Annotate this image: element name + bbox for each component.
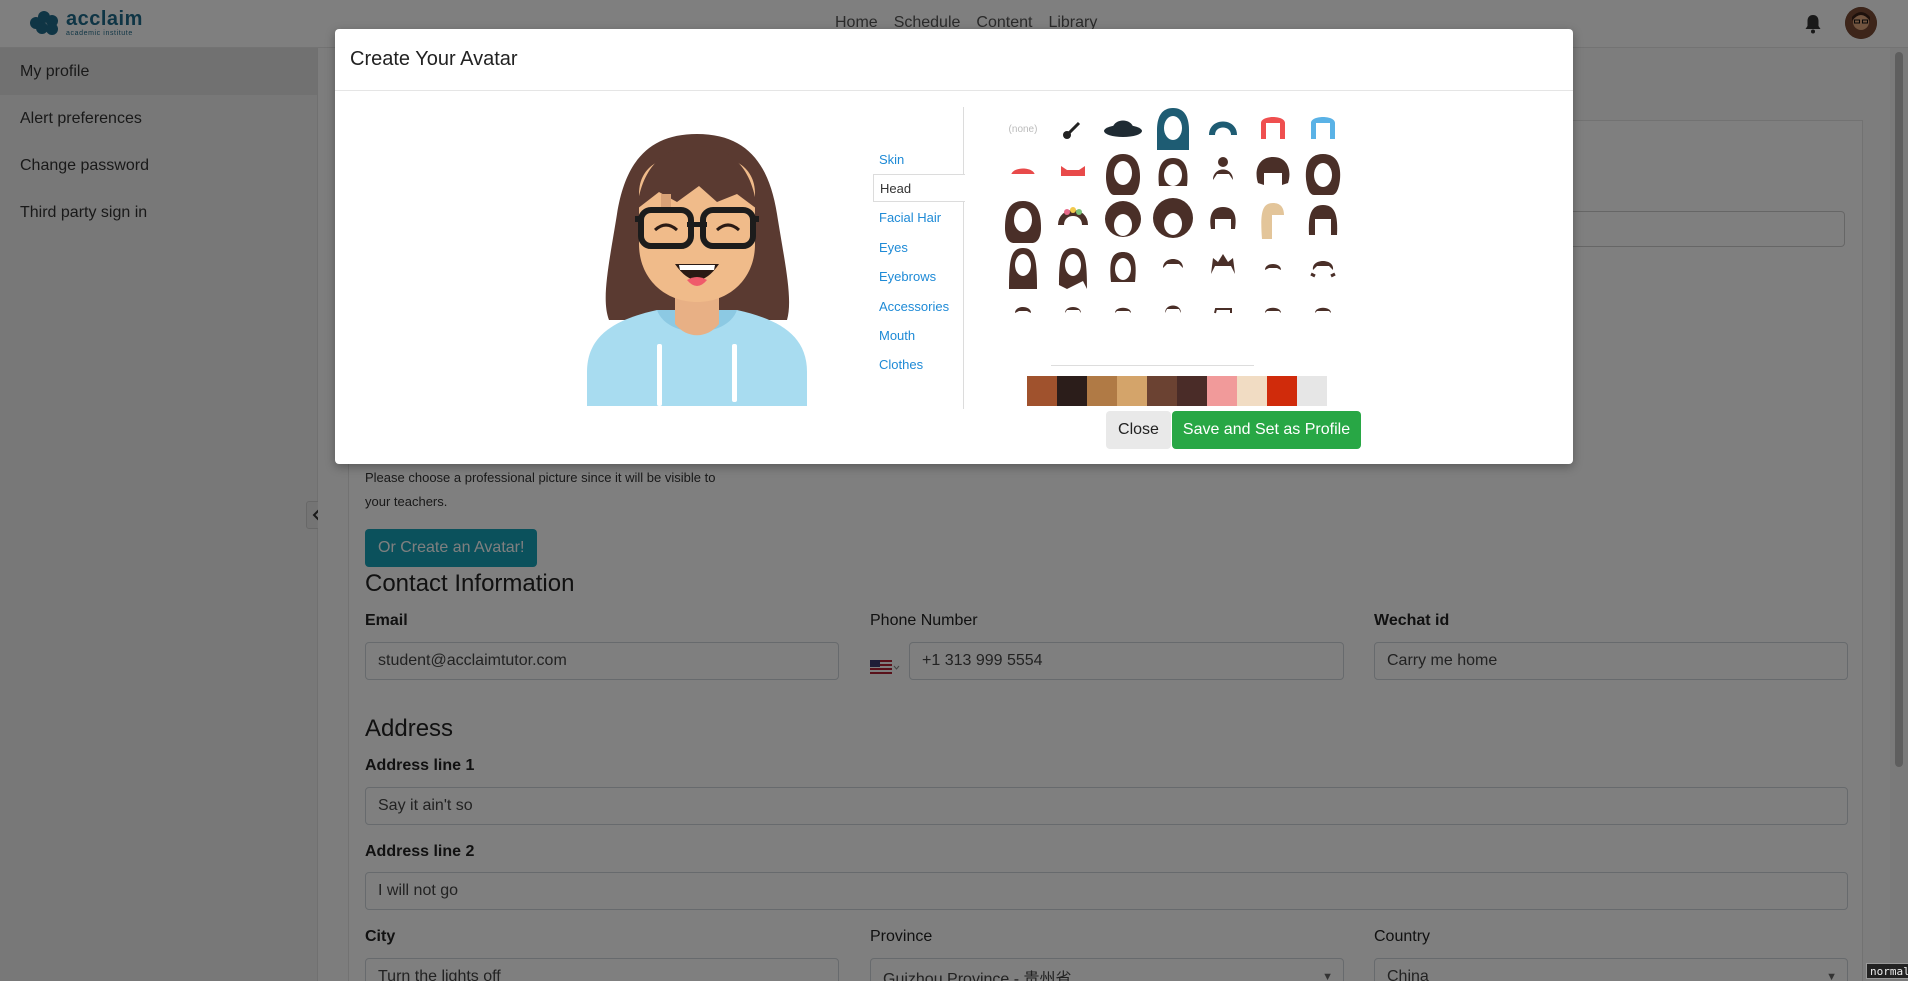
head-options-grid: (none) (1000, 106, 1360, 321)
swatch-7[interactable] (1237, 376, 1267, 406)
swatch-4[interactable] (1147, 376, 1177, 406)
head-option-hair-short-icon[interactable] (1150, 245, 1196, 291)
modal-header: Create Your Avatar (335, 29, 1573, 91)
head-option-hair-wavy-short-icon[interactable] (1300, 245, 1346, 291)
avatar-preview (587, 124, 807, 411)
tab-eyes[interactable]: Eyes (873, 233, 965, 261)
mode-status-badge: normal (1866, 963, 1908, 979)
head-option-none[interactable]: (none) (1000, 106, 1046, 152)
create-avatar-modal: Create Your Avatar Skin Head Facial Hair… (335, 29, 1573, 464)
close-button[interactable]: Close (1106, 411, 1171, 449)
tab-facial-hair[interactable]: Facial Hair (873, 203, 965, 231)
head-option-hair-long-straight-icon[interactable] (1000, 245, 1046, 291)
head-option-hair-shoulder-icon[interactable] (1100, 245, 1146, 291)
color-separator (1051, 365, 1254, 366)
head-option-hair-afro-short-icon[interactable] (1250, 151, 1296, 197)
head-option-hat-icon[interactable] (1100, 106, 1146, 152)
head-option-hair-buzz-3-icon[interactable] (1100, 292, 1146, 321)
swatch-9[interactable] (1297, 376, 1327, 406)
head-option-hair-long-side-icon[interactable] (1050, 245, 1096, 291)
swatch-2[interactable] (1087, 376, 1117, 406)
avatar-category-tabs: Skin Head Facial Hair Eyes Eyebrows Acce… (873, 107, 965, 409)
head-option-hair-bangs-icon[interactable] (1300, 198, 1346, 244)
head-option-hair-buzz-4-icon[interactable] (1150, 292, 1196, 321)
modal-title: Create Your Avatar (350, 48, 518, 70)
swatch-8[interactable] (1267, 376, 1297, 406)
hair-color-swatches (1027, 376, 1327, 406)
head-option-headband-red-icon[interactable] (1250, 106, 1296, 152)
head-option-hair-pixie-icon[interactable] (1200, 198, 1246, 244)
head-option-hair-buzz-2-icon[interactable] (1050, 292, 1096, 321)
head-option-hair-curly-icon[interactable] (1300, 151, 1346, 197)
head-option-hair-buzz-6-icon[interactable] (1250, 292, 1296, 321)
tab-eyebrows[interactable]: Eyebrows (873, 262, 965, 290)
head-option-hair-blonde-icon[interactable] (1250, 198, 1296, 244)
head-option-hair-afro-big-icon[interactable] (1150, 198, 1196, 244)
head-option-hair-crop-icon[interactable] (1250, 245, 1296, 291)
tab-skin[interactable]: Skin (873, 145, 965, 173)
save-and-set-profile-button[interactable]: Save and Set as Profile (1172, 411, 1361, 449)
head-option-hair-long-wavy-icon[interactable] (1000, 198, 1046, 244)
swatch-1[interactable] (1057, 376, 1087, 406)
tab-head[interactable]: Head (873, 174, 965, 202)
head-option-flower-crown-icon[interactable] (1050, 198, 1096, 244)
tab-mouth[interactable]: Mouth (873, 321, 965, 349)
head-option-hair-bun-icon[interactable] (1200, 151, 1246, 197)
tab-accessories[interactable]: Accessories (873, 292, 965, 320)
swatch-6[interactable] (1207, 376, 1237, 406)
none-label: (none) (1008, 123, 1038, 135)
head-option-cat-ears-icon[interactable] (1050, 151, 1096, 197)
head-option-hair-buzz-5-icon[interactable] (1200, 292, 1246, 321)
head-option-hair-buzz-1-icon[interactable] (1000, 292, 1046, 321)
head-option-headband-blue-icon[interactable] (1300, 106, 1346, 152)
swatch-3[interactable] (1117, 376, 1147, 406)
head-option-turban-icon[interactable] (1200, 106, 1246, 152)
head-option-hair-buzz-7-icon[interactable] (1300, 292, 1346, 321)
tab-clothes[interactable]: Clothes (873, 350, 965, 378)
head-option-hair-bob-icon[interactable] (1150, 151, 1196, 197)
head-option-feather-icon[interactable] (1050, 106, 1096, 152)
head-option-hair-afro-icon[interactable] (1100, 198, 1146, 244)
head-option-hijab-icon[interactable] (1150, 106, 1196, 152)
swatch-0[interactable] (1027, 376, 1057, 406)
swatch-5[interactable] (1177, 376, 1207, 406)
head-option-santa-hat-icon[interactable] (1000, 151, 1046, 197)
head-option-hair-curly-long-icon[interactable] (1100, 151, 1146, 197)
head-option-hair-spiky-icon[interactable] (1200, 245, 1246, 291)
